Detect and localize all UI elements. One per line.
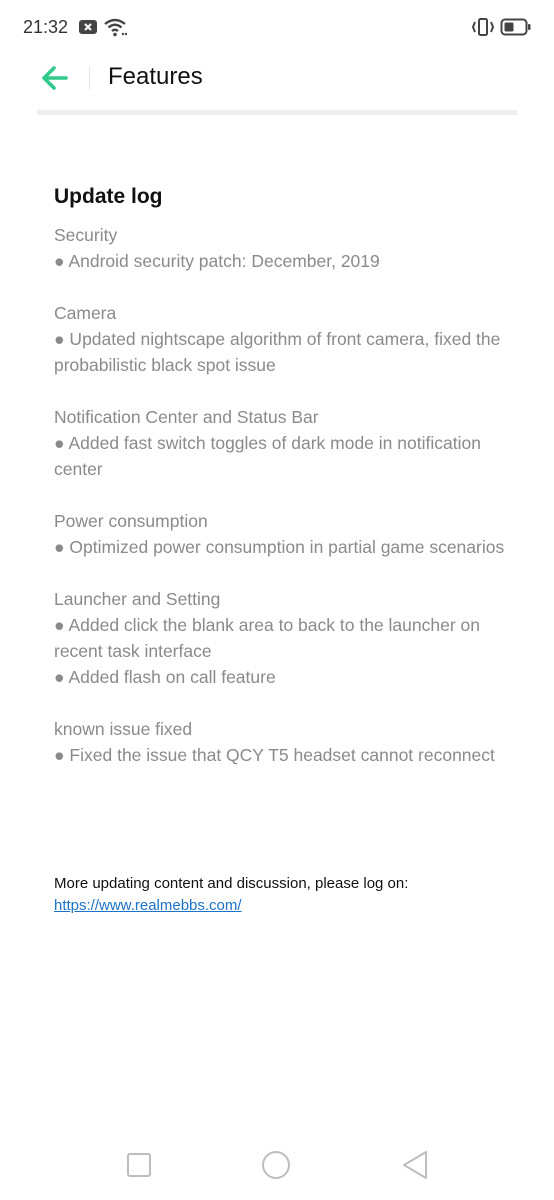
update-log-content: Update log Security ● Android security p… xyxy=(54,182,514,794)
home-button[interactable] xyxy=(259,1148,293,1182)
back-icon xyxy=(398,1151,432,1186)
back-button[interactable] xyxy=(38,62,72,94)
section-item: ● Added fast switch toggles of dark mode… xyxy=(54,433,481,479)
section-item: ● Fixed the issue that QCY T5 headset ca… xyxy=(54,745,495,765)
section-item: ● Updated nightscape algorithm of front … xyxy=(54,329,501,375)
realmebbs-link[interactable]: https://www.realmebbs.com/ xyxy=(54,897,242,914)
section-known-issue: known issue fixed ● Fixed the issue that… xyxy=(54,716,514,768)
section-notification-center: Notification Center and Status Bar ● Add… xyxy=(54,404,514,482)
recent-apps-icon xyxy=(122,1153,156,1186)
status-time: 21:32 xyxy=(23,17,69,37)
section-heading: known issue fixed xyxy=(54,719,193,739)
home-icon xyxy=(259,1151,293,1186)
page-title: Features xyxy=(108,63,203,90)
recent-apps-button[interactable] xyxy=(122,1148,156,1182)
section-heading: Camera xyxy=(54,303,117,323)
footer-note-text: More updating content and discussion, pl… xyxy=(54,875,409,892)
section-heading: Launcher and Setting xyxy=(54,589,221,609)
section-item: ● Added flash on call feature xyxy=(54,667,276,687)
wifi-icon xyxy=(103,17,128,42)
vibrate-icon xyxy=(471,17,495,42)
section-item: ● Optimized power consumption in partial… xyxy=(54,537,505,557)
section-security: Security ● Android security patch: Decem… xyxy=(54,222,514,274)
section-heading: Notification Center and Status Bar xyxy=(54,407,319,427)
section-item: ● Added click the blank area to back to … xyxy=(54,615,480,661)
battery-icon xyxy=(500,17,532,42)
app-header: Features xyxy=(0,54,554,104)
navigation-bar xyxy=(0,1130,554,1200)
status-bar: 21:32 xyxy=(0,0,554,54)
section-heading: Security xyxy=(54,225,118,245)
section-heading: Power consumption xyxy=(54,511,208,531)
section-power-consumption: Power consumption ● Optimized power cons… xyxy=(54,508,514,560)
nav-back-button[interactable] xyxy=(398,1148,432,1182)
arrow-left-icon xyxy=(38,66,72,98)
section-camera: Camera ● Updated nightscape algorithm of… xyxy=(54,300,514,378)
header-separator xyxy=(37,110,517,115)
update-log-title: Update log xyxy=(54,185,163,208)
header-divider xyxy=(89,67,90,89)
notification-x-icon xyxy=(78,19,98,40)
section-item: ● Android security patch: December, 2019 xyxy=(54,251,380,271)
footer-note: More updating content and discussion, pl… xyxy=(54,873,514,917)
section-launcher-setting: Launcher and Setting ● Added click the b… xyxy=(54,586,514,690)
